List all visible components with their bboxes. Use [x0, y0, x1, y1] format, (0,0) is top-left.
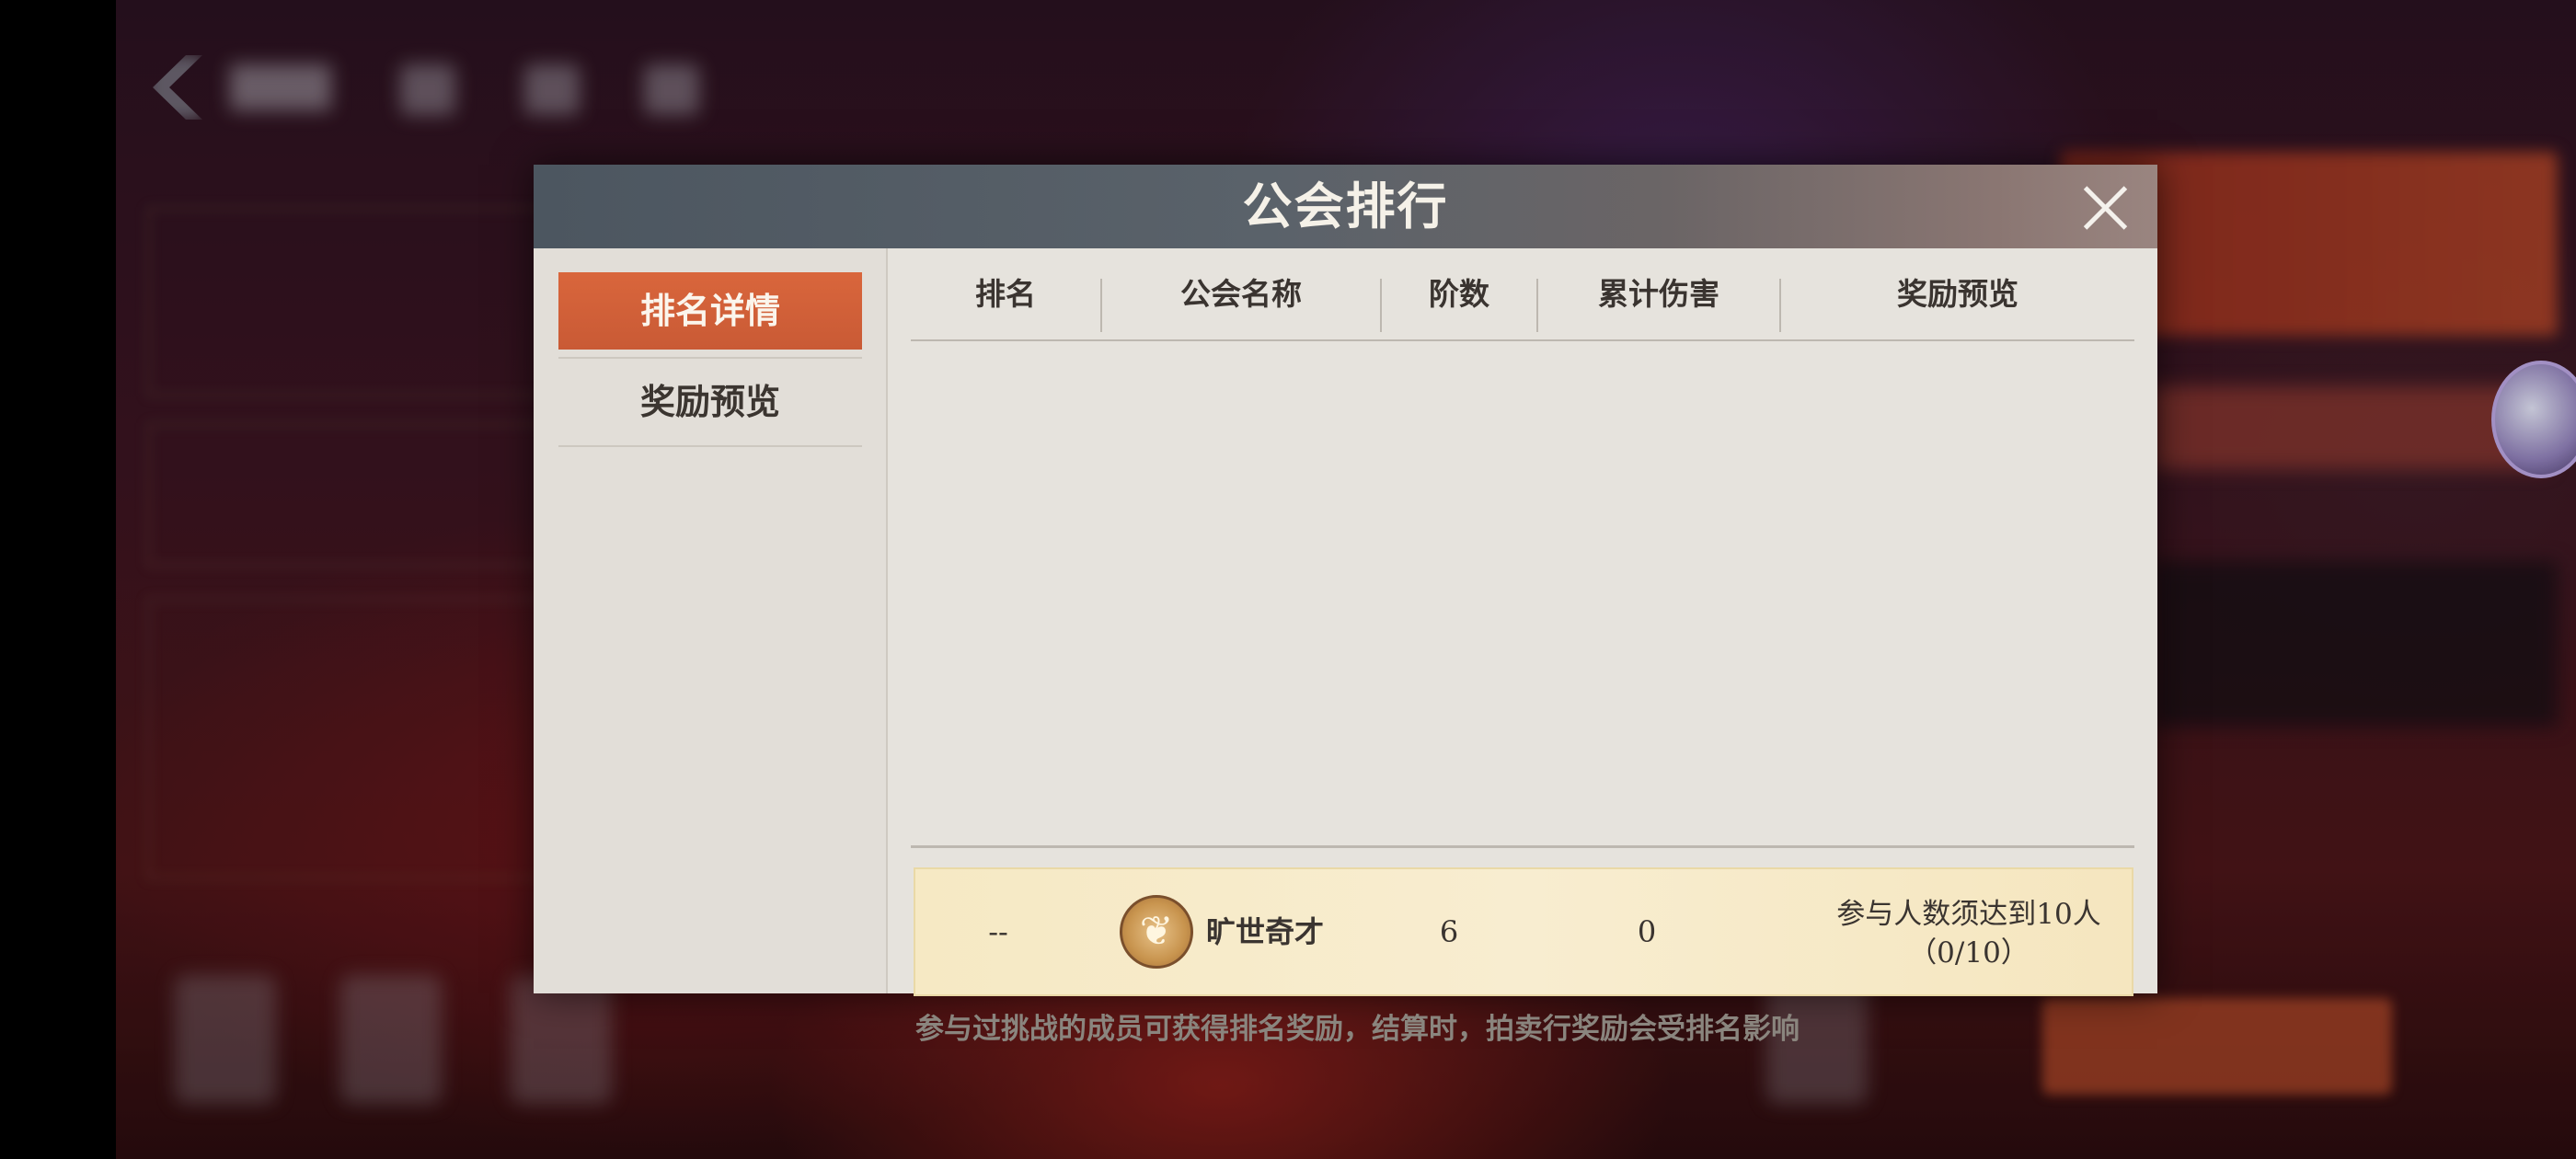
- divider: [558, 357, 862, 359]
- table-header: 排名 公会名称 阶数 累计伤害 奖励预览: [911, 248, 2134, 341]
- my-rank: --: [988, 914, 1008, 949]
- dialog-title: 公会排行: [1242, 177, 1449, 235]
- ranking-list[interactable]: [911, 341, 2134, 845]
- ranking-footnote: 参与过挑战的成员可获得排名奖励，结算时，拍卖行奖励会受排名影响: [915, 1013, 1800, 1046]
- my-guild-tier: 6: [1439, 914, 1459, 949]
- reward-condition-text: 参与人数须达到10人: [1836, 898, 2101, 931]
- close-icon[interactable]: [2079, 181, 2131, 233]
- phoenix-emblem-icon: ❦: [1120, 895, 1193, 969]
- column-rank: 排名: [975, 276, 1036, 312]
- tab-reward-preview[interactable]: 奖励预览: [558, 363, 862, 441]
- reward-condition-progress: （0/10）: [1908, 936, 2030, 970]
- column-tier: 阶数: [1429, 276, 1489, 312]
- divider: [911, 845, 2134, 848]
- guild-ranking-dialog: 公会排行 排名详情 奖励预览 排名 公会名称 阶数 累计伤害 奖励预览 -- ❦…: [534, 165, 2157, 1046]
- my-guild-damage: 0: [1637, 914, 1657, 949]
- dialog-sidebar: 排名详情 奖励预览: [534, 248, 888, 993]
- divider: [558, 445, 862, 447]
- my-guild-name: 旷世奇才: [1206, 914, 1325, 949]
- column-reward-preview: 奖励预览: [1897, 276, 2018, 312]
- game-screen: 公会排行 排名详情 奖励预览 排名 公会名称 阶数 累计伤害 奖励预览 -- ❦…: [0, 0, 2576, 1159]
- column-guild-name: 公会名称: [1180, 276, 1302, 312]
- ranking-content: 排名 公会名称 阶数 累计伤害 奖励预览 -- ❦ 旷世奇才 6 0 参与人数须…: [888, 248, 2157, 1046]
- my-guild-row: -- ❦ 旷世奇才 6 0 参与人数须达到10人 （0/10）: [914, 867, 2133, 996]
- tab-ranking-details[interactable]: 排名详情: [558, 272, 862, 350]
- my-guild-reward-condition: 参与人数须达到10人 （0/10）: [1808, 895, 2130, 972]
- column-total-damage: 累计伤害: [1598, 276, 1719, 312]
